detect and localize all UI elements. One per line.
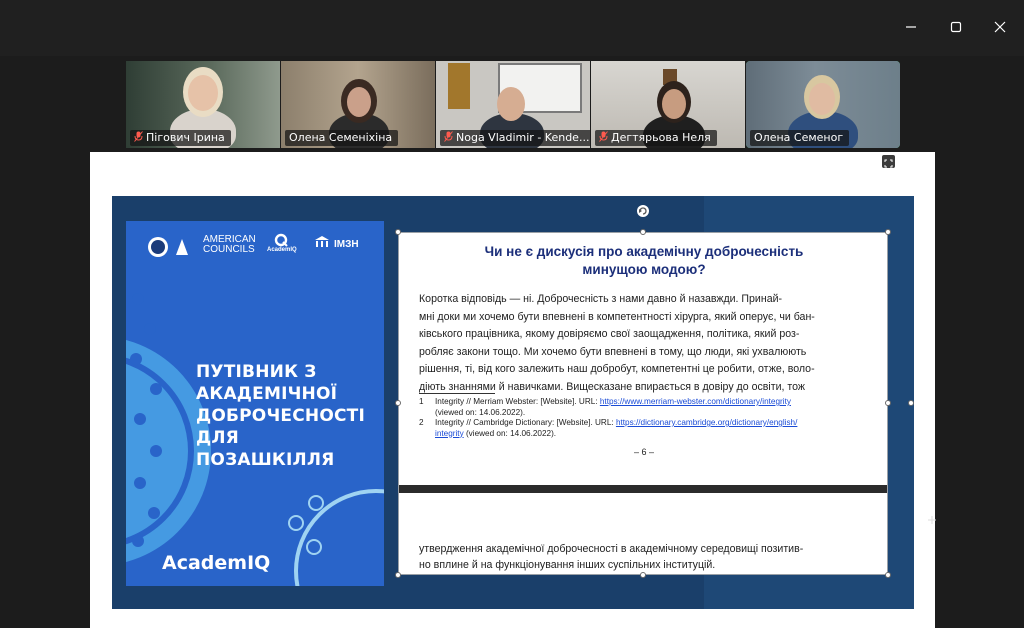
resize-handle[interactable] [395,572,401,578]
american-councils-logo: AMERICAN COUNCILS [203,234,256,255]
resize-handle[interactable] [885,400,891,406]
footnote-2-link[interactable]: https://dictionary.cambridge.org/diction… [616,418,797,427]
academiq-small-logo: AcademIQ [267,247,297,253]
participant-name: Дегтярьова Неля [595,130,717,146]
mic-muted-icon [134,131,143,142]
resize-handle[interactable] [640,229,646,235]
mic-muted-icon [444,131,453,142]
footnote-2: 2 Integrity // Cambridge Dictionary: [Web… [419,418,798,438]
participant-face [347,87,371,117]
maximize-icon [950,21,962,33]
participant-name: Пігович Ірина [130,130,231,146]
wall-icon-picture [448,63,470,109]
unesco-temple-icon [315,236,329,247]
close-icon [994,21,1006,33]
participant-face [188,75,218,111]
resize-handle[interactable] [885,572,891,578]
participant-name: Олена Семеног [750,130,850,146]
expand-share-button[interactable] [882,155,895,168]
footnote-1-link[interactable]: https://www.merriam-webster.com/dictiona… [600,397,791,406]
participant-tile[interactable]: Пігович Ірина [126,61,280,148]
title-bar [0,0,1024,56]
next-page-text: утвердження академічної доброчесності в … [419,543,804,571]
participant-name: Noga Vladimir - Kende... [440,130,590,146]
imzn-logo: ІМЗН [334,239,359,250]
participant-tile[interactable]: Дегтярьова Неля [591,61,745,148]
resize-handle[interactable] [395,229,401,235]
resize-handle[interactable] [908,400,914,406]
rotate-handle-icon[interactable] [636,204,650,218]
minimize-icon [906,26,916,28]
participant-face [497,87,525,121]
page-number: – 6 – [633,447,655,457]
participant-tile[interactable]: Олена Семеніхіна [281,61,435,148]
page-heading: Чи не є дискусія про академічну доброчес… [484,244,804,277]
move-cursor-icon [928,516,936,524]
expand-icon [884,159,893,168]
participant-face [809,83,835,115]
book-cover: AMERICAN COUNCILS AcademIQ ІМЗН ПУТІВНИК … [126,221,384,586]
resize-handle[interactable] [885,229,891,235]
page-separator [399,485,887,493]
mic-muted-icon [599,131,608,142]
cover-brand: AcademIQ [162,552,271,574]
cover-logos: AMERICAN COUNCILS AcademIQ ІМЗН [126,221,384,267]
participant-tile[interactable]: Noga Vladimir - Kende... [436,61,590,148]
document-page-image[interactable]: Чи не є дискусія про академічну доброчес… [398,232,888,575]
footnote-1: 1 Integrity // Merriam Webster: [Website]… [419,397,791,417]
participant-name: Олена Семеніхіна [285,130,399,146]
body-paragraph: Коротка відповідь — ні. Доброчесність з … [419,293,815,393]
maximize-button[interactable] [939,12,973,42]
close-button[interactable] [983,12,1017,42]
cover-title: ПУТІВНИК З АКАДЕМІЧНОЇ ДОБРОЧЕСНОСТІ ДЛЯ… [196,362,365,470]
academiq-q-icon [274,233,288,247]
resize-handle[interactable] [640,572,646,578]
footnote-rule [419,393,495,394]
participant-face [662,89,686,119]
resize-handle[interactable] [395,400,401,406]
participant-tile-active-speaker[interactable]: Олена Семеног [746,61,900,148]
minimize-button[interactable] [894,12,928,42]
footnote-2-link-cont[interactable]: integrity [435,429,464,438]
